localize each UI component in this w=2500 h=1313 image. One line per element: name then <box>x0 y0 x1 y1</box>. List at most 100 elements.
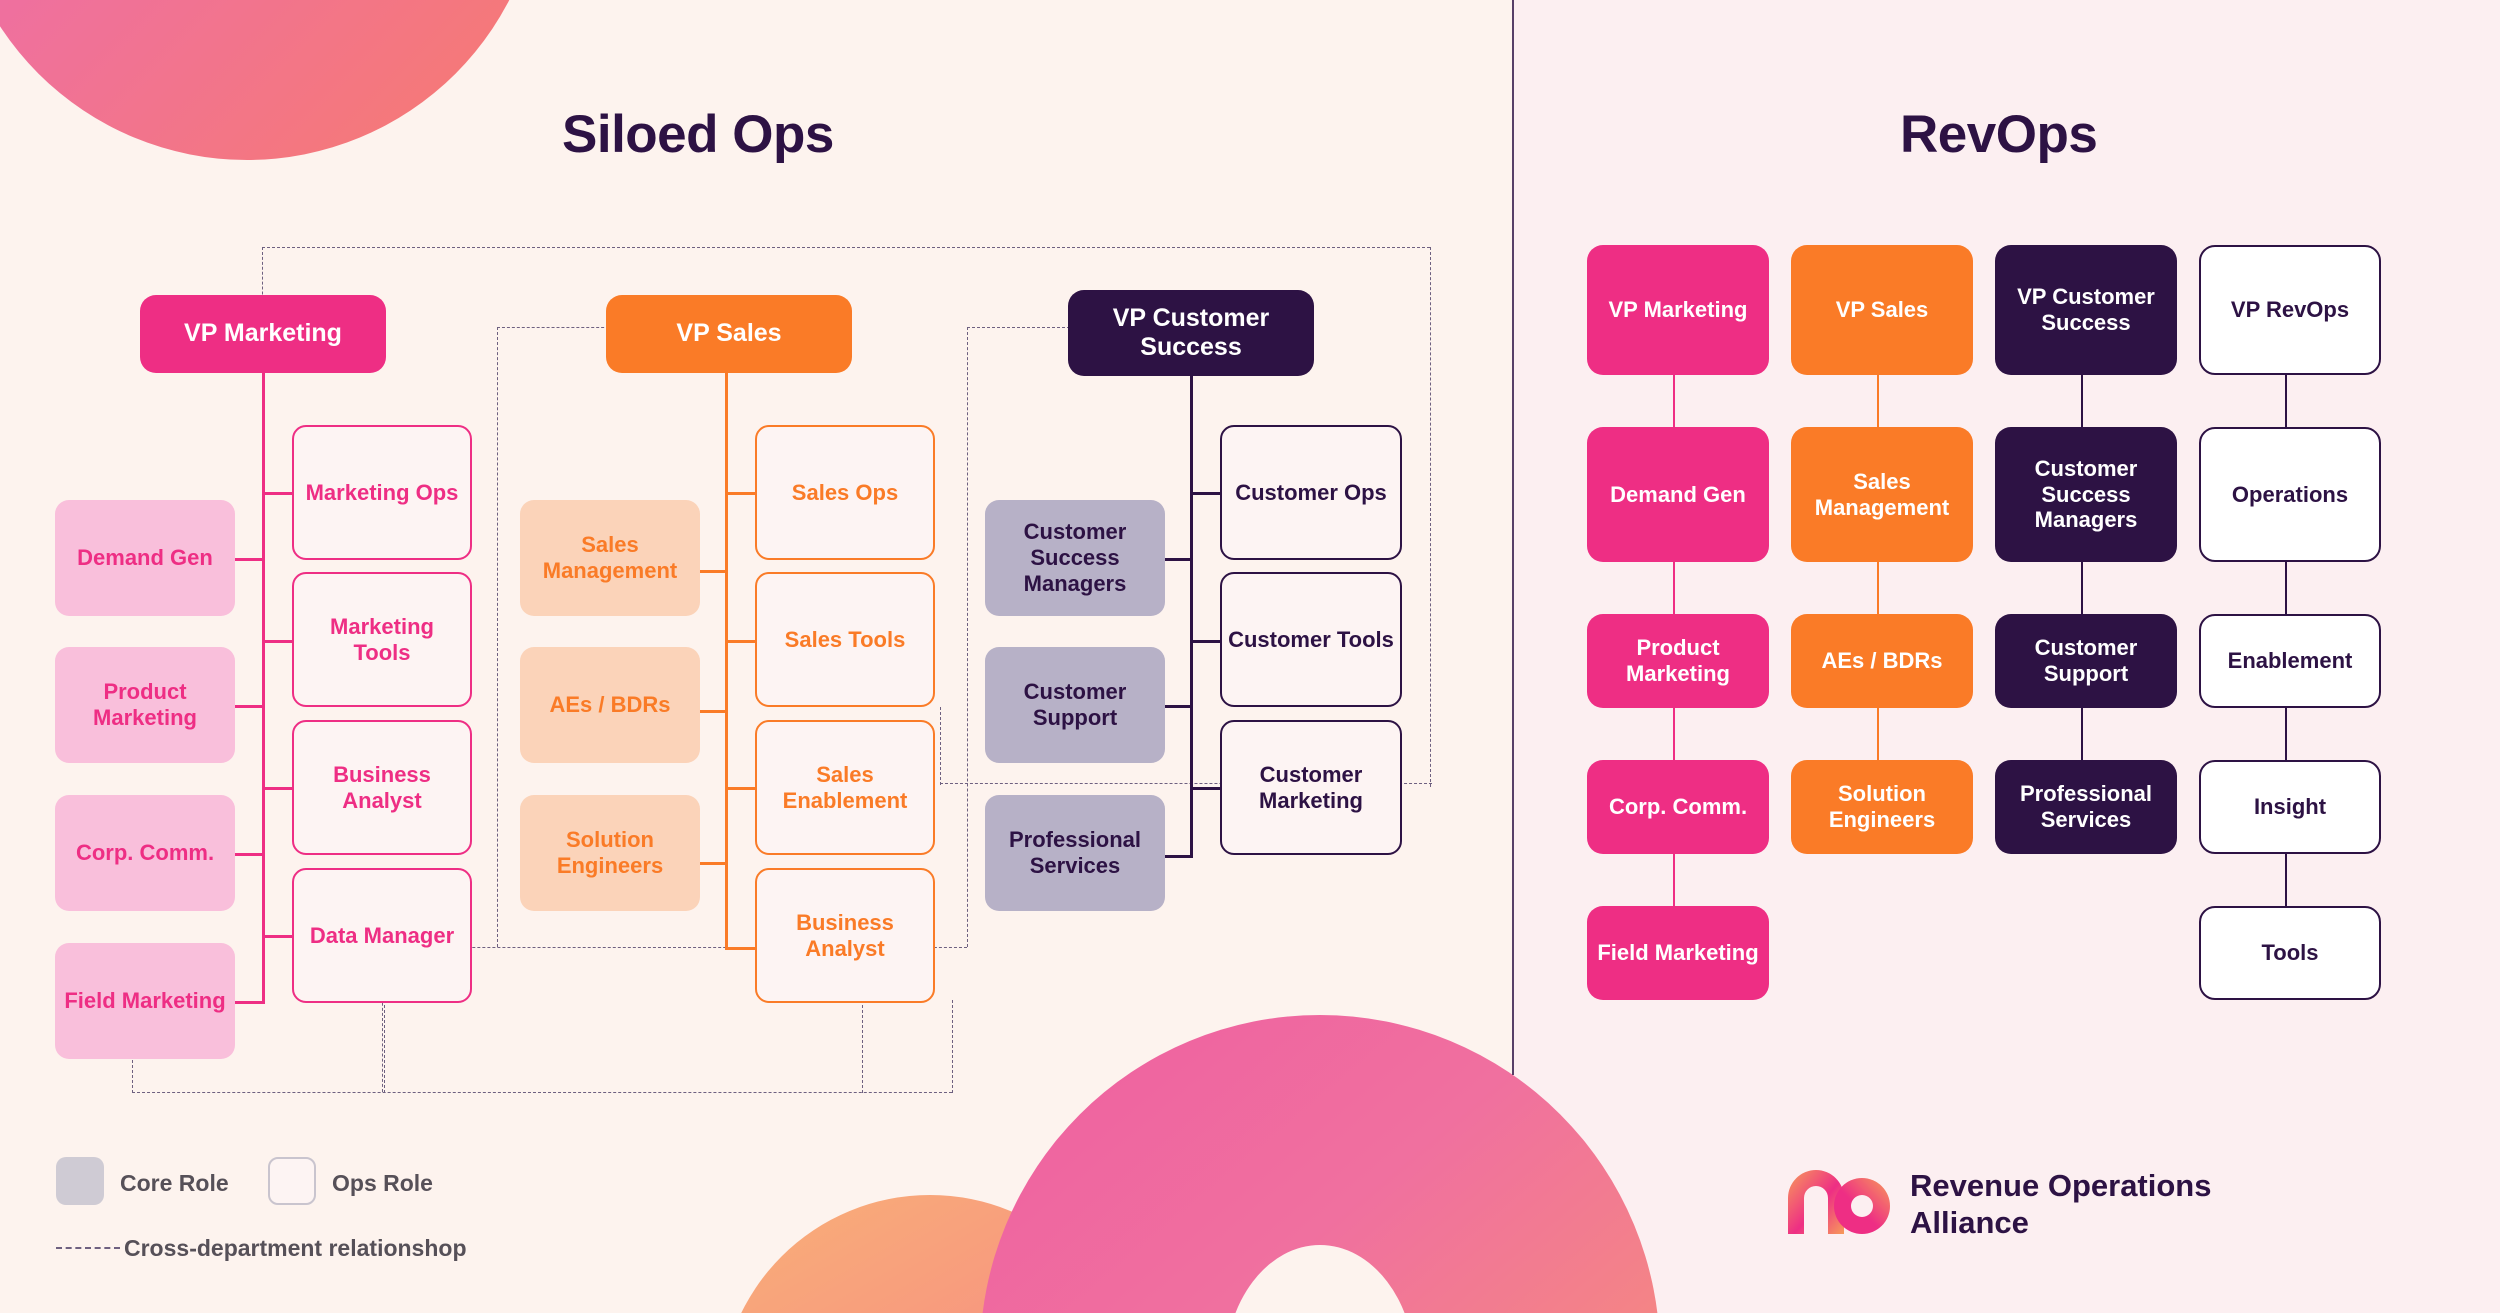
revops-connector-c1-1 <box>1673 375 1675 427</box>
revops-c1-item-1[interactable]: AEs / BDRs <box>1791 614 1973 708</box>
revops-c0-item-0[interactable]: Demand Gen <box>1587 427 1769 562</box>
cross-dept-dash-sales-left <box>497 327 498 947</box>
siloed-marketing-ops-2[interactable]: Business Analyst <box>292 720 472 855</box>
connector-cs-spine <box>1190 372 1193 858</box>
cross-dept-dash-ba-sales <box>862 1000 863 1093</box>
revops-c3-head[interactable]: VP RevOps <box>2199 245 2381 375</box>
siloed-sales-ops-3[interactable]: Business Analyst <box>755 868 935 1003</box>
legend-cross-department-label: Cross-department relationshop <box>124 1235 467 1261</box>
panel-divider <box>1512 0 1514 1075</box>
revops-c3-item-2[interactable]: Insight <box>2199 760 2381 854</box>
connector-marketing-core-4 <box>235 1001 263 1004</box>
legend-ops-role-swatch <box>268 1157 316 1205</box>
siloed-sales-ops-1[interactable]: Sales Tools <box>755 572 935 707</box>
siloed-vp-marketing[interactable]: VP Marketing <box>140 295 386 373</box>
siloed-cs-ops-1[interactable]: Customer Tools <box>1220 572 1402 707</box>
connector-sales-core-3 <box>698 862 726 865</box>
siloed-cs-ops-0[interactable]: Customer Ops <box>1220 425 1402 560</box>
siloed-marketing-ops-3[interactable]: Data Manager <box>292 868 472 1003</box>
siloed-cs-core-1[interactable]: Customer Support <box>985 647 1165 763</box>
revenue-operations-alliance-logo-icon <box>1788 1170 1890 1234</box>
connector-marketing-core-1 <box>235 558 263 561</box>
siloed-cs-core-2[interactable]: Professional Services <box>985 795 1165 911</box>
revops-connector-c1-3 <box>1673 708 1675 760</box>
siloed-marketing-core-2[interactable]: Corp. Comm. <box>55 795 235 911</box>
siloed-marketing-core-0[interactable]: Demand Gen <box>55 500 235 616</box>
legend-core-role-label: Core Role <box>120 1170 229 1196</box>
revops-connector-c3-1 <box>2081 375 2083 427</box>
logo-text-line-1: Revenue Operations <box>1910 1168 2212 1203</box>
siloed-sales-ops-0[interactable]: Sales Ops <box>755 425 935 560</box>
connector-cs-ops-1 <box>1190 492 1220 495</box>
cross-dept-dash-data-mgr <box>384 1000 385 1093</box>
revops-connector-c2-3 <box>1877 708 1879 760</box>
siloed-marketing-core-3[interactable]: Field Marketing <box>55 943 235 1059</box>
connector-marketing-ops-4 <box>262 935 292 938</box>
cross-dept-dash-sales-top <box>497 327 619 328</box>
siloed-marketing-core-1[interactable]: Product Marketing <box>55 647 235 763</box>
connector-cs-core-3 <box>1163 855 1191 858</box>
revops-connector-c2-1 <box>1877 375 1879 427</box>
siloed-vp-customer-success[interactable]: VP Customer Success <box>1068 290 1314 376</box>
legend-ops-role-label: Ops Role <box>332 1170 433 1196</box>
siloed-cs-ops-2[interactable]: Customer Marketing <box>1220 720 1402 855</box>
revops-connector-c3-3 <box>2081 708 2083 760</box>
connector-marketing-ops-3 <box>262 787 292 790</box>
cross-dept-dash-cs-left <box>967 327 968 947</box>
logo-text-line-2: Alliance <box>1910 1205 2029 1240</box>
revops-c0-item-1[interactable]: Product Marketing <box>1587 614 1769 708</box>
connector-marketing-core-2 <box>235 705 263 708</box>
siloed-marketing-ops-0[interactable]: Marketing Ops <box>292 425 472 560</box>
infographic-canvas: Siloed Ops RevOps VP Marketing Demand Ge… <box>0 0 2500 1313</box>
connector-cs-ops-2 <box>1190 640 1220 643</box>
siloed-sales-core-2[interactable]: Solution Engineers <box>520 795 700 911</box>
revops-c2-head[interactable]: VP Customer Success <box>1995 245 2177 375</box>
connector-marketing-ops-1 <box>262 492 292 495</box>
siloed-sales-ops-2[interactable]: Sales Enablement <box>755 720 935 855</box>
cross-dept-dash-cs-top <box>967 327 1080 328</box>
revops-c0-item-2[interactable]: Corp. Comm. <box>1587 760 1769 854</box>
revops-c1-item-0[interactable]: Sales Management <box>1791 427 1973 562</box>
connector-sales-ops-4 <box>725 947 755 950</box>
connector-cs-core-2 <box>1163 705 1191 708</box>
revops-c2-item-1[interactable]: Customer Support <box>1995 614 2177 708</box>
revops-c3-item-0[interactable]: Operations <box>2199 427 2381 562</box>
revops-connector-c3-2 <box>2081 562 2083 614</box>
legend-dashed-line-sample <box>56 1247 120 1249</box>
cross-dept-dash-ba-mkt <box>940 707 941 785</box>
page-title-siloed-ops: Siloed Ops <box>562 105 834 164</box>
revops-c2-item-2[interactable]: Professional Services <box>1995 760 2177 854</box>
cross-dept-dash-bottom-right <box>952 1000 953 1093</box>
siloed-sales-core-0[interactable]: Sales Management <box>520 500 700 616</box>
connector-marketing-spine <box>262 372 265 1004</box>
connector-marketing-core-3 <box>235 853 263 856</box>
siloed-marketing-ops-1[interactable]: Marketing Tools <box>292 572 472 707</box>
revops-c0-item-3[interactable]: Field Marketing <box>1587 906 1769 1000</box>
connector-sales-ops-3 <box>725 787 755 790</box>
connector-sales-ops-2 <box>725 640 755 643</box>
revops-c3-item-3[interactable]: Tools <box>2199 906 2381 1000</box>
cross-dept-dash-bottom <box>132 1092 952 1093</box>
revops-connector-c1-4 <box>1673 854 1675 906</box>
revops-connector-c2-2 <box>1877 562 1879 614</box>
connector-sales-ops-1 <box>725 492 755 495</box>
revops-connector-c4-3 <box>2285 708 2287 760</box>
revops-c0-head[interactable]: VP Marketing <box>1587 245 1769 375</box>
connector-cs-ops-3 <box>1190 787 1220 790</box>
revops-connector-c4-1 <box>2285 375 2287 427</box>
revops-c1-item-2[interactable]: Solution Engineers <box>1791 760 1973 854</box>
connector-sales-core-1 <box>698 570 726 573</box>
revops-c1-head[interactable]: VP Sales <box>1791 245 1973 375</box>
siloed-sales-core-1[interactable]: AEs / BDRs <box>520 647 700 763</box>
siloed-vp-sales[interactable]: VP Sales <box>606 295 852 373</box>
page-title-revops: RevOps <box>1900 105 2098 164</box>
revops-connector-c4-2 <box>2285 562 2287 614</box>
revops-connector-c4-4 <box>2285 854 2287 906</box>
revops-c2-item-0[interactable]: Customer Success Managers <box>1995 427 2177 562</box>
legend-core-role-swatch <box>56 1157 104 1205</box>
connector-marketing-ops-2 <box>262 640 292 643</box>
revops-c3-item-1[interactable]: Enablement <box>2199 614 2381 708</box>
connector-cs-core-1 <box>1163 558 1191 561</box>
siloed-cs-core-0[interactable]: Customer Success Managers <box>985 500 1165 616</box>
revops-connector-c1-2 <box>1673 562 1675 614</box>
